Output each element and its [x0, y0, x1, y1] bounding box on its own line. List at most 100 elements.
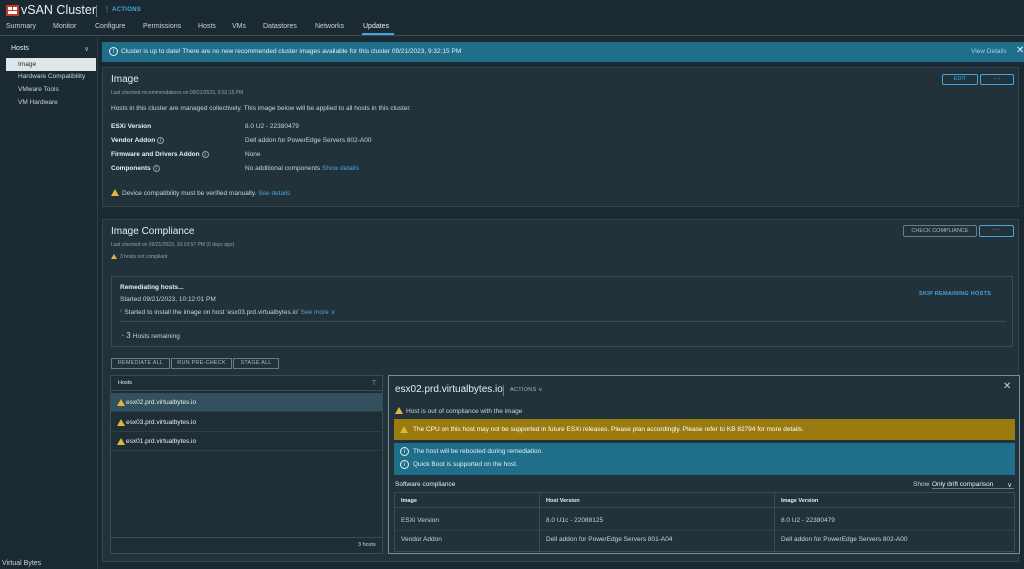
- cluster-icon: [6, 5, 19, 16]
- table-cell: 8.0 U2 - 22380479: [781, 517, 835, 524]
- hosts-column-header: Hosts: [118, 380, 133, 386]
- check-compliance-button[interactable]: CHECK COMPLIANCE: [903, 225, 977, 237]
- chevron-down-icon[interactable]: ∨: [84, 45, 89, 53]
- not-compliant-status: 3 hosts not compliant: [111, 254, 167, 260]
- warning-icon: [111, 254, 117, 259]
- image-card-title: Image: [111, 74, 139, 85]
- tab-bar: Summary Monitor Configure Permissions Ho…: [0, 19, 1024, 36]
- hosts-list: Hosts ⊤ esx02.prd.virtualbytes.io esx03.…: [110, 375, 383, 554]
- show-details-link[interactable]: Show details: [322, 165, 359, 172]
- reboot-info-alert: i The host will be rebooted during remed…: [394, 443, 1015, 475]
- watermark: Virtual Bytes: [2, 560, 42, 567]
- vendor-addon-label: Vendor Addon i: [111, 137, 165, 144]
- column-header: Image: [401, 498, 417, 504]
- sidebar-item-image[interactable]: Image: [6, 58, 96, 71]
- tab-datastores[interactable]: Datastores: [263, 23, 297, 30]
- table-cell: Dell addon for PowerEdge Servers 802-A00: [781, 536, 908, 543]
- software-compliance-title: Software compliance: [395, 481, 456, 488]
- view-details-link[interactable]: View Details: [971, 48, 1007, 55]
- tab-vms[interactable]: VMs: [232, 23, 246, 30]
- warning-icon: [400, 426, 408, 433]
- host-row[interactable]: esx01.prd.virtualbytes.io: [111, 432, 382, 451]
- image-last-checked: Last checked recommendations on 09/21/20…: [111, 90, 244, 96]
- compliance-last-checked: Last checked on 09/21/2023, 10:10:57 PM …: [111, 242, 235, 248]
- column-header: Image Version: [781, 498, 819, 504]
- hosts-header: Hosts ⊤: [111, 376, 382, 391]
- tab-networks[interactable]: Networks: [315, 23, 344, 30]
- table-cell: ESXi Version: [401, 517, 439, 524]
- stage-all-button[interactable]: STAGE ALL: [233, 358, 279, 369]
- tab-hosts[interactable]: Hosts: [198, 23, 216, 30]
- sidebar-item-vm-hardware[interactable]: VM Hardware: [18, 99, 58, 106]
- tab-summary[interactable]: Summary: [6, 23, 36, 30]
- firmware-addon-value: None: [245, 151, 261, 158]
- table-cell: Vendor Addon: [401, 536, 442, 543]
- host-actions-menu[interactable]: ACTIONS ∨: [510, 387, 543, 393]
- chevron-down-icon: ∨: [1007, 482, 1012, 489]
- components-label: Components i: [111, 165, 160, 172]
- run-pre-check-button[interactable]: RUN PRE-CHECK: [171, 358, 232, 369]
- active-tab-indicator: [362, 33, 394, 35]
- info-icon[interactable]: i: [157, 137, 165, 144]
- see-details-link[interactable]: See details: [258, 190, 290, 197]
- remediating-started: Started 09/21/2023, 10:12:01 PM: [120, 296, 216, 303]
- info-icon: i: [400, 447, 409, 456]
- show-label: Show: [913, 481, 930, 488]
- table-header: Image Host Version Image Version: [395, 493, 1014, 508]
- tab-configure[interactable]: Configure: [95, 23, 125, 30]
- quickboot-info-text: Quick Boot is supported on the host.: [413, 461, 518, 468]
- compliance-status: Host is out of compliance with the image: [395, 407, 522, 415]
- components-value: No additional components Show details: [245, 165, 359, 172]
- divider: [111, 537, 382, 538]
- table-cell: Dell addon for PowerEdge Servers 801-A04: [546, 536, 673, 543]
- more-options-icon[interactable]: ···: [979, 225, 1014, 237]
- banner-text: Cluster is up to date! There are no new …: [121, 48, 462, 55]
- info-banner: ! Cluster is up to date! There are no ne…: [102, 42, 1024, 62]
- host-row[interactable]: esx03.prd.virtualbytes.io: [111, 413, 382, 432]
- page-title: vSAN Cluster: [21, 3, 97, 17]
- image-description: Hosts in this cluster are managed collec…: [111, 105, 411, 112]
- esxi-version-label: ESXi Version: [111, 123, 152, 130]
- info-icon: !: [109, 47, 118, 56]
- host-detail-title: esx02.prd.virtualbytes.io: [395, 384, 503, 395]
- host-row[interactable]: esx02.prd.virtualbytes.io: [111, 393, 382, 412]
- firmware-addon-label: Firmware and Drivers Addon i: [111, 151, 209, 158]
- info-icon: i: [400, 460, 409, 469]
- sidebar: Hosts ∨ Image Hardware Compatibility VMw…: [0, 37, 98, 569]
- actions-menu[interactable]: ⋮ ACTIONS: [104, 6, 141, 13]
- close-icon[interactable]: ✕: [1003, 381, 1011, 392]
- warning-icon: [117, 438, 125, 445]
- tab-permissions[interactable]: Permissions: [143, 23, 181, 30]
- title-divider: [503, 385, 504, 396]
- remediating-task: ◜ Started to install the image on host '…: [120, 309, 336, 316]
- actions-icon: ⋮: [104, 7, 113, 13]
- device-compat-warning: Device compatibility must be verified ma…: [111, 189, 290, 197]
- warning-icon: [117, 399, 125, 406]
- compliance-title: Image Compliance: [111, 226, 195, 237]
- warning-icon: [111, 189, 119, 196]
- sidebar-group-hosts[interactable]: Hosts: [11, 45, 29, 52]
- see-more-link[interactable]: See more ∨: [301, 309, 336, 316]
- info-icon[interactable]: i: [152, 165, 160, 172]
- more-options-icon[interactable]: ···: [980, 74, 1014, 85]
- image-card: Image Last checked recommendations on 09…: [102, 67, 1019, 207]
- tab-updates[interactable]: Updates: [363, 23, 389, 30]
- edit-button[interactable]: EDIT: [942, 74, 978, 85]
- hosts-count: 3 hosts: [358, 542, 376, 548]
- drift-comparison-select[interactable]: Only drift comparison ∨: [932, 481, 1014, 489]
- filter-icon[interactable]: ⊤: [371, 379, 377, 387]
- sidebar-item-vmware-tools[interactable]: VMware Tools: [18, 86, 59, 93]
- remediate-all-button[interactable]: REMEDIATE ALL: [111, 358, 170, 369]
- table-row: Vendor Addon Dell addon for PowerEdge Se…: [395, 531, 1014, 550]
- close-icon[interactable]: ✕: [1016, 45, 1024, 56]
- top-bar: vSAN Cluster ⋮ ACTIONS Summary Monitor C…: [0, 0, 1024, 36]
- software-compliance-table: Image Host Version Image Version ESXi Ve…: [394, 492, 1015, 552]
- divider: [120, 321, 1006, 322]
- tab-monitor[interactable]: Monitor: [53, 23, 76, 30]
- table-cell: 8.0 U1c - 22088125: [546, 517, 604, 524]
- warning-icon: [395, 407, 403, 414]
- column-header: Host Version: [546, 498, 580, 504]
- sidebar-item-hardware-compatibility[interactable]: Hardware Compatibility: [18, 73, 85, 80]
- skip-remaining-hosts-button[interactable]: SKIP REMAINING HOSTS: [919, 291, 991, 297]
- info-icon[interactable]: i: [201, 151, 209, 158]
